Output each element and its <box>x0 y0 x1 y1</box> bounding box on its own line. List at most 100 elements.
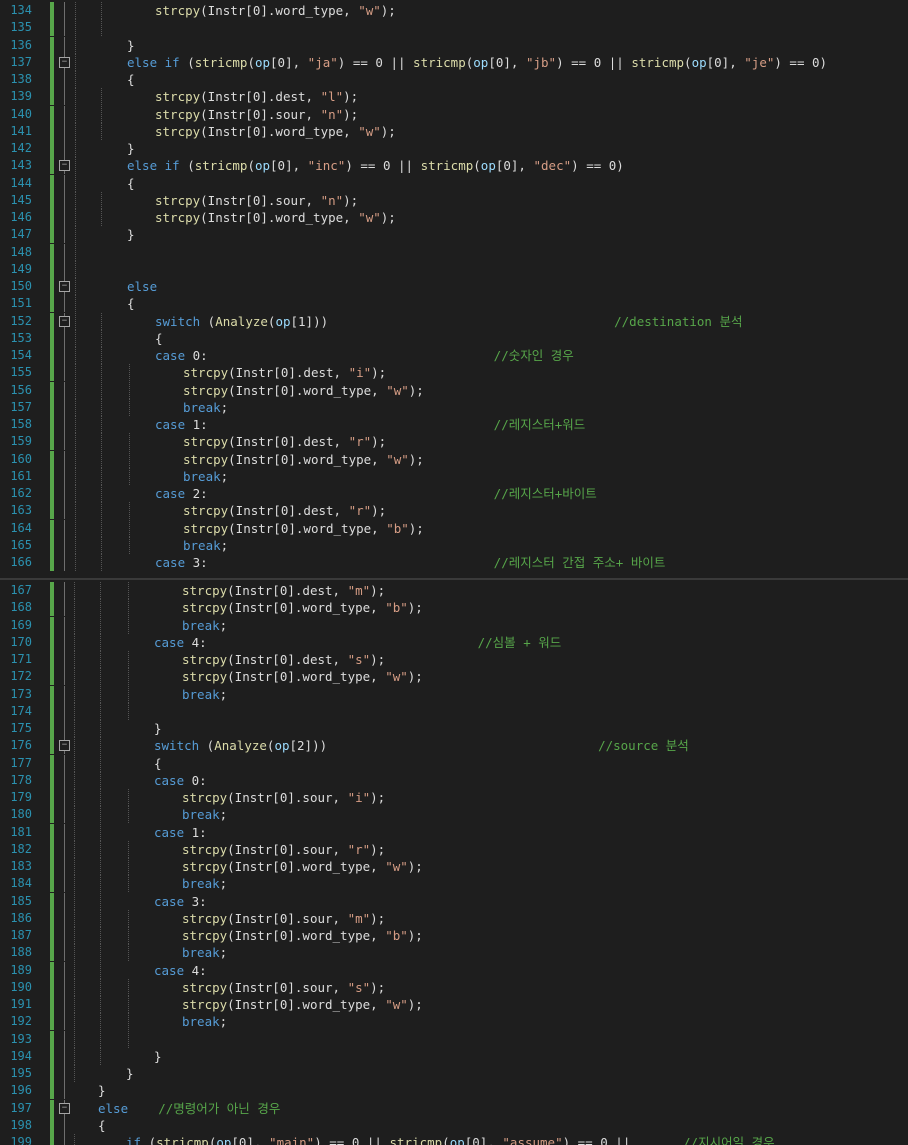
collapse-region-icon[interactable]: − <box>59 1102 70 1114</box>
code-line[interactable]: 182 strcpy(Instr[0].sour, "r"); <box>0 840 908 858</box>
code-line[interactable]: 180 break; <box>0 806 908 824</box>
code-text[interactable]: strcpy(Instr[0].word_type, "w"); <box>155 209 396 226</box>
code-line[interactable]: 158 case 1: //레지스터+워드 <box>0 416 908 433</box>
code-text[interactable]: else //명령어가 아닌 경우 <box>98 1100 280 1117</box>
code-line[interactable]: 138 { <box>0 71 908 88</box>
code-text[interactable]: case 2: //레지스터+바이트 <box>155 485 597 502</box>
code-line[interactable]: 172 strcpy(Instr[0].word_type, "w"); <box>0 668 908 686</box>
code-text[interactable]: strcpy(Instr[0].word_type, "w"); <box>155 2 396 19</box>
code-text[interactable]: strcpy(Instr[0].word_type, "w"); <box>183 451 424 468</box>
code-line[interactable]: 137− else if (stricmp(op[0], "ja") == 0 |… <box>0 53 908 71</box>
code-text[interactable]: break; <box>182 944 227 961</box>
code-line[interactable]: 167 strcpy(Instr[0].dest, "m"); <box>0 582 908 599</box>
code-line[interactable]: 155 strcpy(Instr[0].dest, "i"); <box>0 364 908 382</box>
code-line[interactable]: 135 <box>0 19 908 37</box>
code-line[interactable]: 162 case 2: //레지스터+바이트 <box>0 485 908 502</box>
code-text[interactable]: switch (Analyze(op[1])) //destination 분석 <box>155 313 742 330</box>
code-text[interactable]: } <box>127 140 135 157</box>
code-text[interactable]: case 4: //심볼 + 워드 <box>154 634 561 651</box>
code-text[interactable]: strcpy(Instr[0].dest, "i"); <box>183 364 386 381</box>
code-text[interactable]: strcpy(Instr[0].word_type, "w"); <box>182 996 423 1013</box>
code-line[interactable]: 198 { <box>0 1116 908 1134</box>
code-line[interactable]: 150 − else <box>0 278 908 295</box>
code-line[interactable]: 194} <box>0 1047 908 1065</box>
code-line[interactable]: 192 break; <box>0 1013 908 1031</box>
code-line[interactable]: 181 case 1: <box>0 823 908 841</box>
code-line[interactable]: 140 strcpy(Instr[0].sour, "n"); <box>0 105 908 123</box>
code-line[interactable]: 179 strcpy(Instr[0].sour, "i"); <box>0 789 908 806</box>
code-line[interactable]: 160 strcpy(Instr[0].word_type, "w"); <box>0 450 908 468</box>
code-line[interactable]: 145 strcpy(Instr[0].sour, "n"); <box>0 191 908 209</box>
code-text[interactable]: strcpy(Instr[0].word_type, "w"); <box>183 382 424 399</box>
code-line[interactable]: 178 case 0: <box>0 771 908 789</box>
code-line[interactable]: 190 strcpy(Instr[0].sour, "s"); <box>0 978 908 996</box>
code-text[interactable]: else if (stricmp(op[0], "inc") == 0 || s… <box>127 157 624 174</box>
code-editor-pane-top[interactable]: 134 strcpy(Instr[0].word_type, "w"); 135 13… <box>0 0 908 578</box>
code-text[interactable]: case 1: //레지스터+워드 <box>155 416 585 433</box>
code-text[interactable]: strcpy(Instr[0].dest, "l"); <box>155 88 358 105</box>
code-text[interactable]: { <box>127 71 135 88</box>
code-line[interactable]: 134 strcpy(Instr[0].word_type, "w"); <box>0 2 908 19</box>
code-text[interactable]: strcpy(Instr[0].sour, "i"); <box>182 789 385 806</box>
code-text[interactable]: break; <box>182 617 227 634</box>
code-line[interactable]: 147} <box>0 226 908 244</box>
code-text[interactable]: break; <box>182 1013 227 1030</box>
code-line[interactable]: 161 break; <box>0 467 908 485</box>
code-text[interactable]: strcpy(Instr[0].sour, "n"); <box>155 192 358 209</box>
code-line[interactable]: 195} <box>0 1065 908 1082</box>
collapse-region-icon[interactable]: − <box>59 160 70 172</box>
code-line[interactable]: 163 strcpy(Instr[0].dest, "r"); <box>0 502 908 520</box>
code-text[interactable]: strcpy(Instr[0].sour, "m"); <box>182 910 385 927</box>
code-text[interactable]: break; <box>182 806 227 823</box>
code-text[interactable]: strcpy(Instr[0].word_type, "w"); <box>182 858 423 875</box>
code-text[interactable]: case 0: <box>154 772 207 789</box>
code-line[interactable]: 143− else if (stricmp(op[0], "inc") == 0 … <box>0 157 908 175</box>
code-line[interactable]: 191 strcpy(Instr[0].word_type, "w"); <box>0 996 908 1013</box>
collapse-region-icon[interactable]: − <box>59 740 70 752</box>
code-text[interactable]: { <box>155 330 163 347</box>
code-line[interactable]: 168 strcpy(Instr[0].word_type, "b"); <box>0 599 908 617</box>
code-line[interactable]: 173 break; <box>0 685 908 703</box>
code-line[interactable]: 171 strcpy(Instr[0].dest, "s"); <box>0 651 908 668</box>
code-line[interactable]: 153 { <box>0 329 908 347</box>
code-line[interactable]: 151 { <box>0 295 908 313</box>
code-text[interactable]: else <box>127 278 157 295</box>
code-line[interactable]: 184 break; <box>0 875 908 893</box>
code-editor-pane-bottom[interactable]: 167 strcpy(Instr[0].dest, "m"); 168 strcpy(… <box>0 580 908 1145</box>
code-line[interactable]: 159 strcpy(Instr[0].dest, "r"); <box>0 433 908 451</box>
code-line[interactable]: 156 strcpy(Instr[0].word_type, "w"); <box>0 381 908 399</box>
code-line[interactable]: 175} <box>0 720 908 737</box>
code-line[interactable]: 176− switch (Analyze(op[2])) //source 분석 <box>0 737 908 755</box>
code-line[interactable]: 187 strcpy(Instr[0].word_type, "b"); <box>0 927 908 944</box>
code-text[interactable]: strcpy(Instr[0].word_type, "b"); <box>183 520 424 537</box>
code-text[interactable]: { <box>127 175 135 192</box>
code-line[interactable]: 186 strcpy(Instr[0].sour, "m"); <box>0 909 908 927</box>
code-text[interactable]: break; <box>182 686 227 703</box>
code-text[interactable]: strcpy(Instr[0].sour, "n"); <box>155 106 358 123</box>
code-text[interactable]: } <box>127 226 135 243</box>
code-line[interactable]: 165 break; <box>0 536 908 554</box>
code-line[interactable]: 183 strcpy(Instr[0].word_type, "w"); <box>0 858 908 875</box>
code-line[interactable]: 189 case 4: <box>0 961 908 979</box>
code-text[interactable]: } <box>154 720 162 737</box>
collapse-region-icon[interactable]: − <box>59 56 70 68</box>
code-line[interactable]: 144 { <box>0 174 908 192</box>
code-line[interactable]: 157 break; <box>0 398 908 416</box>
collapse-region-icon[interactable]: − <box>59 315 70 327</box>
code-line[interactable]: 142} <box>0 140 908 157</box>
code-text[interactable]: case 0: //숫자인 경우 <box>155 347 574 364</box>
code-text[interactable]: { <box>98 1117 106 1134</box>
code-line[interactable]: 185 case 3: <box>0 892 908 910</box>
code-line[interactable]: 136} <box>0 36 908 54</box>
code-line[interactable]: 199 if (stricmp(op[0], "main") == 0 || st… <box>0 1134 908 1145</box>
code-line[interactable]: 197 − else //명령어가 아닌 경우 <box>0 1099 908 1117</box>
code-text[interactable]: strcpy(Instr[0].word_type, "b"); <box>182 927 423 944</box>
code-text[interactable]: break; <box>182 875 227 892</box>
code-text[interactable]: strcpy(Instr[0].dest, "r"); <box>183 433 386 450</box>
code-text[interactable]: else if (stricmp(op[0], "ja") == 0 || st… <box>127 54 827 71</box>
code-line[interactable]: 170 case 4: //심볼 + 워드 <box>0 633 908 651</box>
code-text[interactable]: strcpy(Instr[0].dest, "s"); <box>182 651 385 668</box>
code-text[interactable]: strcpy(Instr[0].sour, "s"); <box>182 979 385 996</box>
code-line[interactable]: 141 strcpy(Instr[0].word_type, "w"); <box>0 122 908 140</box>
code-text[interactable]: strcpy(Instr[0].word_type, "w"); <box>155 123 396 140</box>
